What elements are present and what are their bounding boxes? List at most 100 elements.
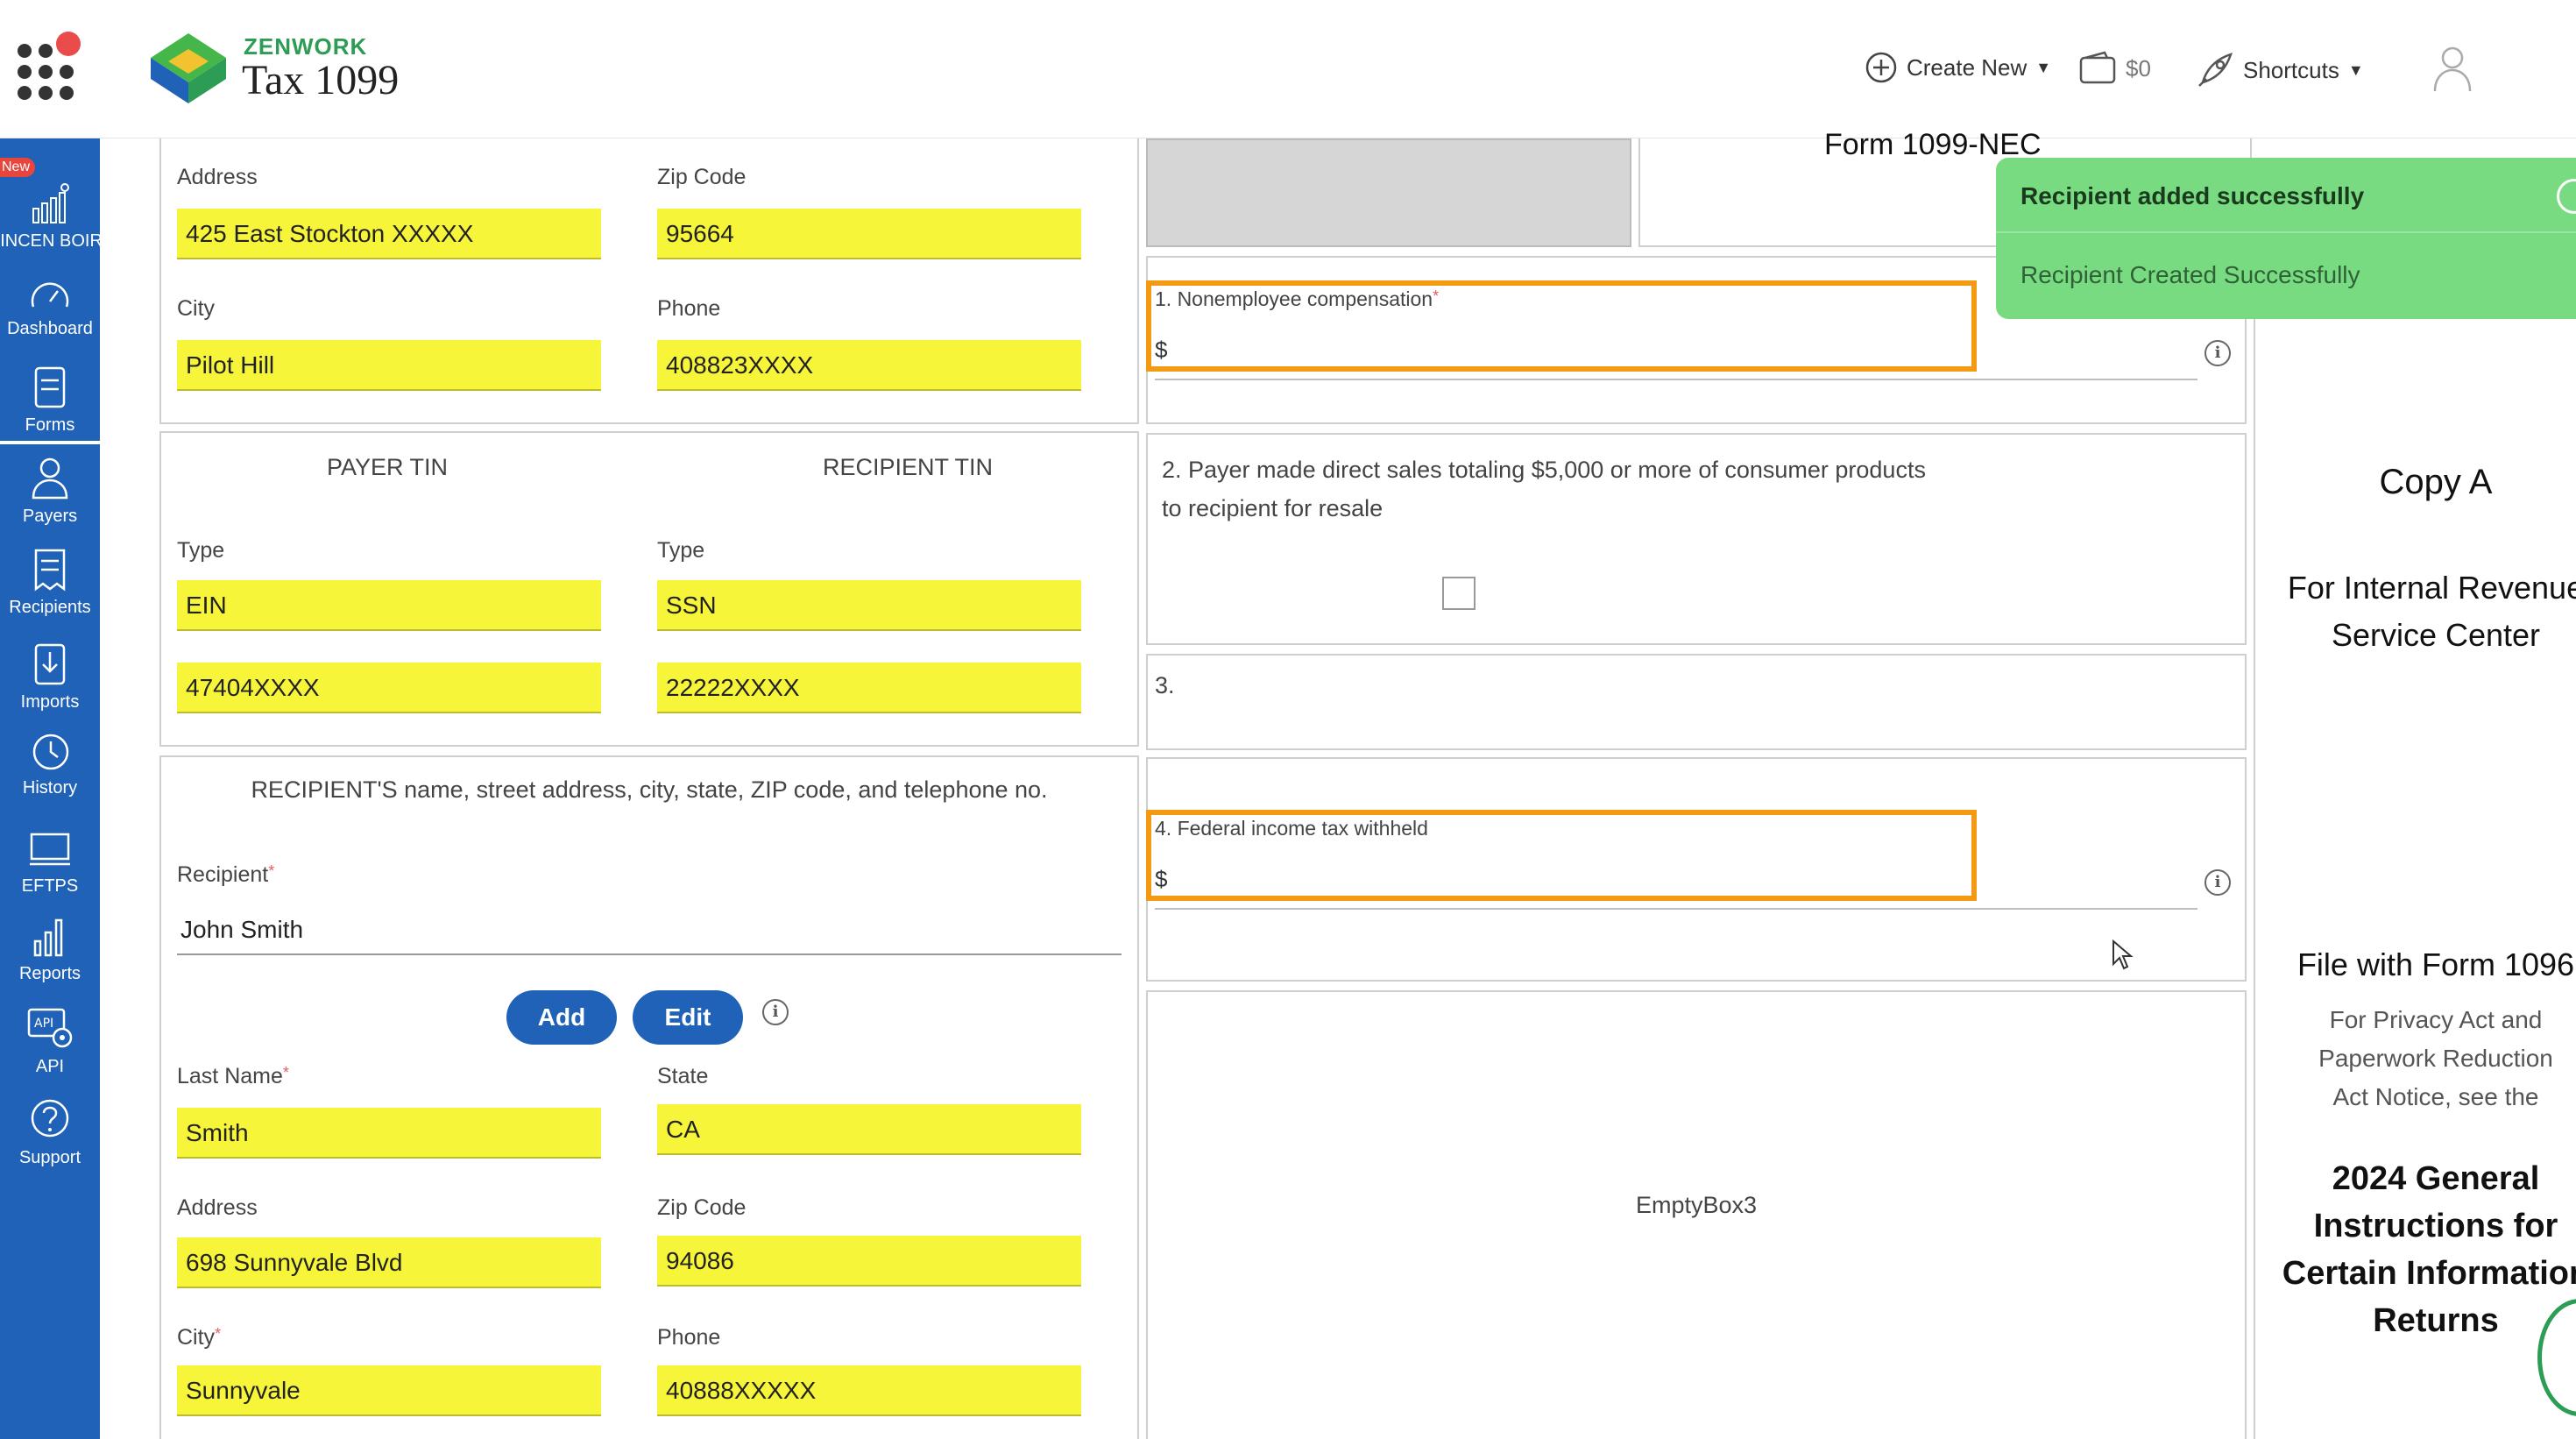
zenwork-logo-icon bbox=[151, 33, 226, 103]
sidebar-item-history[interactable]: History bbox=[0, 731, 100, 798]
file-with-form: File with Form 1096 bbox=[2296, 946, 2575, 982]
recipient-address-field[interactable]: 698 Sunnyvale Blvd bbox=[177, 1237, 601, 1288]
sidebar-item-reports[interactable]: Reports bbox=[0, 915, 100, 984]
top-header: ZENWORK Tax 1099 Create New ▼ $0 Shortcu… bbox=[0, 0, 2576, 138]
chevron-down-icon: ▼ bbox=[2347, 60, 2364, 79]
toast-title: Recipient added successfully bbox=[2020, 182, 2365, 209]
sidebar-item-recipients[interactable]: Recipients bbox=[0, 547, 100, 618]
payer-phone-label: Phone bbox=[657, 296, 721, 321]
chart-house-icon bbox=[32, 183, 69, 223]
payer-zip-field[interactable]: 95664 bbox=[657, 209, 1081, 259]
payer-address-label: Address bbox=[177, 165, 258, 189]
gray-box bbox=[1146, 138, 1631, 247]
recipient-zip-label: Zip Code bbox=[657, 1195, 747, 1220]
payer-type-label: Type bbox=[177, 538, 225, 563]
box3-label: 3. bbox=[1155, 672, 1175, 698]
sidebar-item-label: Reports bbox=[18, 964, 81, 983]
user-icon bbox=[32, 457, 68, 500]
for-irs-line-1: For Internal Revenue bbox=[2287, 570, 2576, 606]
plus-circle-icon bbox=[1865, 52, 1897, 83]
payer-address-field[interactable]: 425 East Stockton XXXXX bbox=[177, 209, 601, 259]
copy-a-title: Copy A bbox=[2379, 463, 2493, 501]
shortcuts-button[interactable]: Shortcuts ▼ bbox=[2196, 51, 2364, 89]
gauge-icon bbox=[31, 282, 69, 308]
recipient-tin-field[interactable]: 22222XXXX bbox=[657, 663, 1081, 713]
toast-divider bbox=[1996, 231, 2576, 233]
sidebar-item-label: Forms bbox=[25, 415, 75, 435]
recipient-tin-title: RECIPIENT TIN bbox=[822, 454, 994, 480]
mouse-cursor-icon bbox=[2112, 939, 2134, 970]
new-badge: New bbox=[0, 158, 35, 177]
user-profile-icon[interactable] bbox=[2431, 44, 2474, 93]
recipient-address-label: Address bbox=[177, 1195, 258, 1220]
rocket-icon bbox=[2198, 53, 2233, 87]
info-icon[interactable]: i bbox=[762, 999, 789, 1025]
payer-zip-label: Zip Code bbox=[657, 165, 747, 189]
add-button[interactable]: Add bbox=[506, 990, 617, 1045]
sidebar-item-label: API bbox=[35, 1057, 65, 1076]
info-icon[interactable]: i bbox=[2204, 340, 2231, 366]
sidebar-item-api[interactable]: API API bbox=[0, 1006, 100, 1077]
create-new-label: Create New bbox=[1907, 53, 2028, 81]
payer-phone-field[interactable]: 408823XXXX bbox=[657, 340, 1081, 391]
instructions-line-4: Returns bbox=[2373, 1302, 2499, 1339]
privacy-line-3: Act Notice, see the bbox=[2332, 1083, 2539, 1110]
state-field[interactable]: CA bbox=[657, 1104, 1081, 1155]
for-irs-line-2: Service Center bbox=[2331, 617, 2541, 653]
sidebar-item-forms[interactable]: Forms bbox=[0, 365, 100, 444]
document-icon bbox=[34, 366, 66, 408]
brand-name: Tax 1099 bbox=[242, 57, 400, 103]
box2-checkbox[interactable] bbox=[1442, 577, 1476, 610]
payer-city-label: City bbox=[177, 296, 216, 321]
sidebar-item-label: FINCEN BOIR bbox=[0, 231, 103, 251]
info-icon[interactable]: i bbox=[2204, 869, 2231, 896]
payer-tin-field[interactable]: 47404XXXX bbox=[177, 663, 601, 713]
import-icon bbox=[34, 643, 66, 685]
sidebar-item-label: Payers bbox=[22, 507, 78, 526]
recipient-type-field[interactable]: SSN bbox=[657, 580, 1081, 631]
recipient-phone-label: Phone bbox=[657, 1325, 721, 1350]
recipient-phone-field[interactable]: 40888XXXXX bbox=[657, 1365, 1081, 1416]
chevron-down-icon: ▼ bbox=[2035, 58, 2052, 76]
payer-city-field[interactable]: Pilot Hill bbox=[177, 340, 601, 391]
receipt-icon bbox=[34, 549, 66, 592]
create-new-button[interactable]: Create New ▼ bbox=[1865, 51, 2051, 84]
success-toast: Recipient added successfully Recipient C… bbox=[1996, 158, 2576, 319]
sidebar-item-imports[interactable]: Imports bbox=[0, 642, 100, 712]
box1-input[interactable] bbox=[1155, 331, 2197, 380]
recipient-zip-field[interactable]: 94086 bbox=[657, 1236, 1081, 1287]
sidebar-item-dashboard[interactable]: Dashboard bbox=[0, 275, 100, 339]
recipient-city-label: City* bbox=[177, 1325, 222, 1350]
sidebar-item-support[interactable]: Support bbox=[0, 1097, 100, 1168]
recipient-city-field[interactable]: Sunnyvale bbox=[177, 1365, 601, 1416]
recipient-field[interactable]: John Smith bbox=[177, 904, 1122, 955]
sidebar-item-label: History bbox=[22, 778, 78, 797]
sidebar-item-eftps[interactable]: EFTPS bbox=[0, 829, 100, 897]
apps-grid-icon[interactable] bbox=[18, 32, 81, 100]
box2-text: 2. Payer made direct sales totaling $5,0… bbox=[1162, 457, 1926, 521]
instructions-line-2: Instructions for bbox=[2313, 1208, 2558, 1244]
recipient-panel bbox=[159, 755, 1139, 1439]
wallet-icon bbox=[2079, 51, 2116, 84]
notification-dot bbox=[56, 32, 81, 56]
last-name-field[interactable]: Smith bbox=[177, 1108, 601, 1159]
sidebar-item-payers[interactable]: Payers bbox=[0, 456, 100, 527]
box4-input[interactable] bbox=[1155, 861, 2197, 910]
question-icon bbox=[31, 1099, 69, 1138]
sidebar-item-fincen-boir[interactable]: FINCEN BOIR bbox=[0, 182, 103, 252]
box4-underline bbox=[1155, 908, 2197, 910]
recipient-label: Recipient* bbox=[177, 862, 275, 887]
privacy-line-2: Paperwork Reduction bbox=[2318, 1045, 2553, 1072]
payer-type-field[interactable]: EIN bbox=[177, 580, 601, 631]
toast-message: Recipient Created Successfully bbox=[2020, 261, 2360, 288]
last-name-label: Last Name* bbox=[177, 1064, 289, 1088]
right-column: Copy A For Internal Revenue Service Cent… bbox=[2252, 138, 2576, 1439]
box3-panel bbox=[1146, 654, 2247, 750]
edit-button[interactable]: Edit bbox=[633, 990, 743, 1045]
close-icon[interactable] bbox=[2557, 179, 2576, 214]
history-icon bbox=[32, 734, 69, 770]
privacy-line-1: For Privacy Act and bbox=[2329, 1006, 2543, 1033]
sidebar-item-label: EFTPS bbox=[21, 876, 79, 896]
bar-chart-icon bbox=[33, 918, 63, 957]
cart-button[interactable]: $0 bbox=[2078, 51, 2151, 86]
